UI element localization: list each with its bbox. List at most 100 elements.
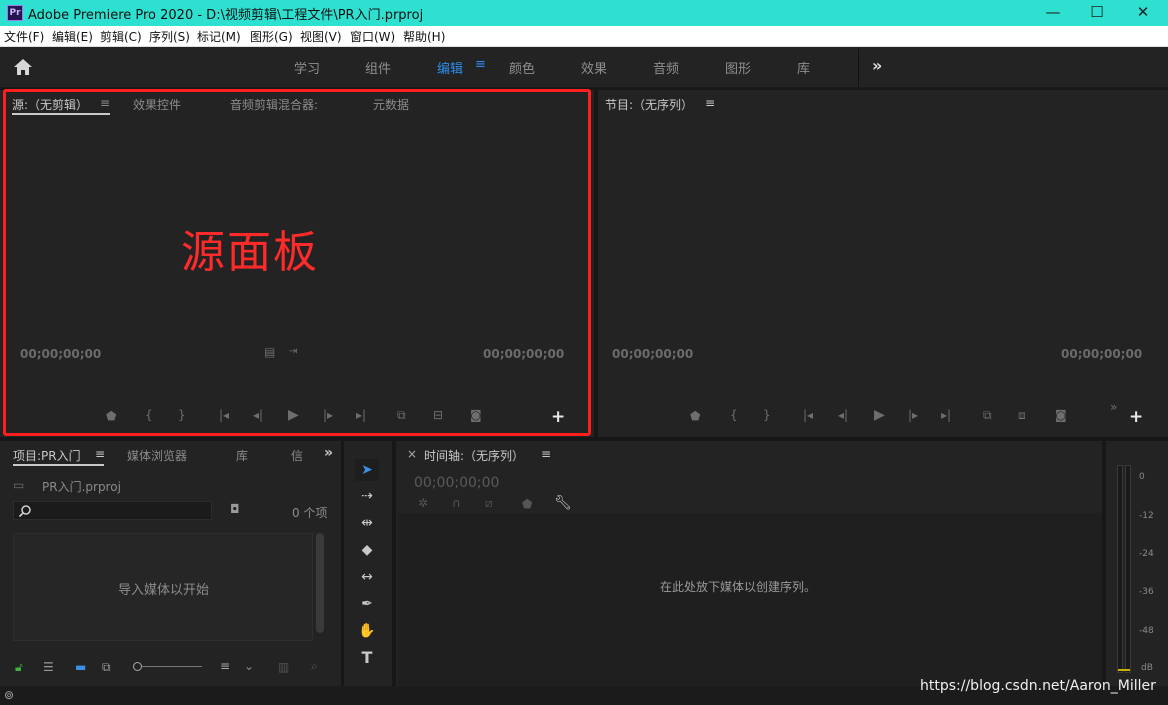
program-panel: 节目:（无序列） ≡ 00;00;00;00 00;00;00;00 ⬟ { }… — [598, 90, 1168, 437]
menu-view[interactable]: 视图(V) — [300, 28, 342, 45]
tab-libraries[interactable]: 库 — [236, 447, 248, 464]
maximize-button[interactable]: ☐ — [1074, 0, 1120, 26]
workspace-tab-libraries[interactable]: 库 — [797, 58, 810, 77]
workspace-menu-icon[interactable]: ≡ — [475, 57, 486, 72]
find-icon[interactable]: ⌕ — [311, 659, 318, 674]
minimize-button[interactable]: — — [1030, 0, 1076, 26]
active-tab-underline — [13, 464, 104, 466]
chevron-down-icon[interactable]: ⌄ — [244, 659, 254, 673]
window-title: Adobe Premiere Pro 2020 - D:\视频剪辑\工程文件\P… — [28, 8, 424, 23]
wrench-icon[interactable]: 🔧︎ — [554, 495, 572, 511]
selection-tool-icon[interactable]: ➤ — [355, 459, 379, 481]
pen-tool-icon[interactable]: ✒ — [355, 593, 379, 615]
menu-graphics[interactable]: 图形(G) — [250, 28, 293, 45]
go-to-out-icon[interactable]: ▸| — [941, 408, 951, 422]
workspace-tab-audio[interactable]: 音频 — [653, 58, 679, 77]
nest-icon[interactable]: ✲ — [418, 496, 428, 510]
timeline-timecode[interactable]: 00;00;00;00 — [414, 475, 499, 491]
tab-media-browser[interactable]: 媒体浏览器 — [127, 447, 187, 464]
step-back-icon[interactable]: ◂| — [838, 408, 848, 422]
menu-marker[interactable]: 标记(M) — [197, 28, 241, 45]
workspace-tab-editing[interactable]: 编辑 — [437, 58, 463, 77]
program-playhead-timecode[interactable]: 00;00;00;00 — [612, 347, 693, 361]
mark-in-icon[interactable]: { — [730, 408, 738, 422]
workspace-tab-graphics[interactable]: 图形 — [725, 58, 751, 77]
close-button[interactable]: ✕ — [1120, 0, 1166, 26]
workspace-tab-color[interactable]: 颜色 — [509, 58, 535, 77]
project-scrollbar[interactable] — [316, 533, 324, 633]
hand-tool-icon[interactable]: ✋ — [355, 620, 379, 642]
add-marker-icon[interactable]: ⬟ — [690, 409, 700, 423]
meter-scale-label: -48 — [1139, 626, 1154, 636]
status-icon[interactable]: ⊚ — [4, 688, 14, 702]
ripple-edit-tool-icon[interactable]: ⇹ — [355, 512, 379, 534]
item-count: 0 个项 — [292, 506, 328, 520]
workspace-more-icon[interactable]: » — [872, 56, 882, 75]
workspace-tab-learn[interactable]: 学习 — [294, 58, 320, 77]
zoom-slider-track[interactable] — [142, 666, 202, 667]
step-forward-icon[interactable]: |▸ — [908, 408, 918, 422]
slip-tool-icon[interactable]: ↔ — [355, 566, 379, 588]
source-panel-annotation: 源面板 — [181, 227, 319, 278]
automate-to-sequence-icon[interactable]: ▥ — [278, 660, 289, 674]
track-select-tool-icon[interactable]: ⇢ — [355, 485, 379, 507]
menu-window[interactable]: 窗口(W) — [350, 28, 395, 45]
tab-info[interactable]: 信 — [291, 447, 303, 464]
premiere-app-icon: Pr — [7, 5, 23, 21]
import-media-hint: 导入媒体以开始 — [118, 583, 210, 598]
program-duration-timecode: 00;00;00;00 — [1061, 347, 1143, 361]
workspace-tab-assembly[interactable]: 组件 — [365, 58, 391, 77]
menu-clip[interactable]: 剪辑(C) — [100, 28, 142, 45]
timeline-close-icon[interactable]: × — [407, 447, 417, 461]
meter-scale-label: 0 — [1139, 472, 1145, 482]
extract-icon[interactable]: ⧈ — [1018, 408, 1026, 423]
workspace-tab-effects[interactable]: 效果 — [581, 58, 607, 77]
menu-sequence[interactable]: 序列(S) — [149, 28, 190, 45]
meter-unit-label: dB — [1141, 663, 1153, 673]
new-search-bin-icon[interactable]: ◘ — [230, 502, 240, 516]
home-icon[interactable] — [13, 58, 33, 76]
type-tool-icon[interactable]: T — [355, 647, 379, 669]
project-panel-more-icon[interactable]: » — [324, 445, 333, 461]
linked-selection-icon[interactable]: ⧄ — [485, 496, 493, 511]
go-to-in-icon[interactable]: |◂ — [803, 408, 813, 422]
meter-scale-label: -12 — [1139, 511, 1154, 521]
add-marker-icon[interactable]: ⬟ — [522, 497, 532, 511]
controls-overflow-icon[interactable]: » — [1110, 400, 1117, 414]
project-panel-menu-icon[interactable]: ≡ — [95, 447, 105, 461]
freeform-view-icon[interactable]: ⧉ — [102, 660, 111, 675]
play-icon[interactable]: ▶ — [874, 407, 885, 423]
search-icon — [18, 505, 31, 518]
razor-tool-icon[interactable]: ◆ — [355, 539, 379, 561]
mark-out-icon[interactable]: } — [763, 408, 771, 422]
zoom-slider-handle[interactable] — [133, 662, 142, 671]
project-drop-area[interactable]: 导入媒体以开始 — [13, 533, 313, 641]
menu-edit[interactable]: 编辑(E) — [52, 28, 93, 45]
meter-scale-label: -24 — [1139, 549, 1154, 559]
lift-icon[interactable]: ⧉ — [983, 408, 992, 423]
title-bar: Pr Adobe Premiere Pro 2020 - D:\视频剪辑\工程文… — [0, 0, 1168, 26]
export-frame-icon[interactable]: ◙ — [1055, 408, 1067, 422]
workspace-divider — [858, 49, 859, 87]
timeline-title[interactable]: 时间轴:（无序列） — [424, 447, 524, 464]
create-sequence-hint: 在此处放下媒体以创建序列。 — [660, 580, 817, 594]
snap-icon[interactable]: ∩ — [452, 496, 461, 510]
icon-view-icon[interactable]: ▬ — [75, 660, 86, 674]
sort-icon[interactable]: ≡ — [220, 659, 230, 673]
folder-icon: ▭ — [13, 478, 25, 492]
timeline-drop-area[interactable]: 在此处放下媒体以创建序列。 — [398, 513, 1102, 685]
timeline-menu-icon[interactable]: ≡ — [541, 447, 551, 461]
button-editor-icon[interactable]: + — [1129, 407, 1143, 427]
watermark: https://blog.csdn.net/Aaron_Miller — [920, 678, 1156, 694]
menu-help[interactable]: 帮助(H) — [403, 28, 445, 45]
project-search-input[interactable] — [13, 501, 212, 520]
audio-meter-left — [1117, 465, 1123, 673]
program-panel-menu-icon[interactable]: ≡ — [705, 96, 715, 110]
meter-scale-label: -36 — [1139, 587, 1154, 597]
list-view-icon[interactable]: ☰ — [43, 660, 54, 674]
tab-project[interactable]: 项目:PR入门 — [13, 447, 81, 464]
menu-file[interactable]: 文件(F) — [4, 28, 44, 45]
lock-icon[interactable]: 🔓︎ — [15, 660, 23, 675]
program-panel-title[interactable]: 节目:（无序列） — [605, 96, 693, 113]
audio-meter-floor — [1118, 669, 1130, 671]
